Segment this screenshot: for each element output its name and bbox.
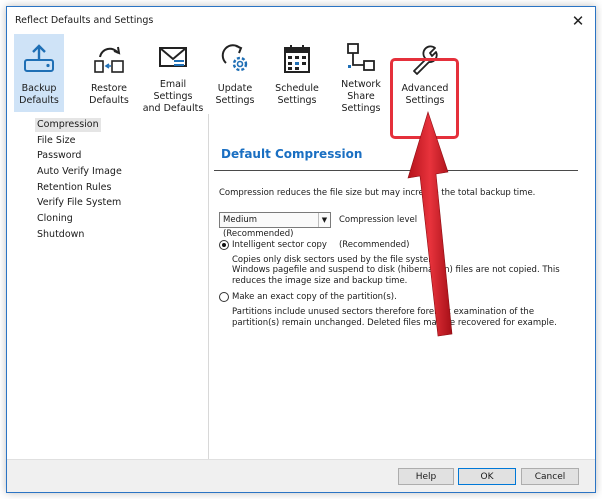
close-icon[interactable]: ✕ <box>561 7 595 34</box>
exact-copy-radio[interactable] <box>219 292 229 302</box>
toolbar-label: Network Share Settings <box>341 79 381 114</box>
intelligent-sector-copy-option[interactable]: Intelligent sector copy (Recommended) <box>219 240 409 250</box>
intelligent-sector-copy-line1: Copies only disk sectors used by the fil… <box>232 255 440 265</box>
toolbar-schedule-settings[interactable]: Schedule Settings <box>272 34 322 112</box>
network-icon <box>343 41 379 73</box>
intelligent-sector-copy-radio[interactable] <box>219 240 229 250</box>
toolbar-update-settings[interactable]: Update Settings <box>210 34 260 112</box>
toolbar-label: Restore Defaults <box>89 83 129 106</box>
exact-copy-label: Make an exact copy of the partition(s). <box>232 292 397 302</box>
nav-item-shutdown[interactable]: Shutdown <box>35 228 86 242</box>
compression-level-select[interactable]: Medium (Recommended) ▼ <box>219 212 331 239</box>
section-divider <box>214 170 578 171</box>
toolbar-label: Email Settings and Defaults <box>142 79 204 114</box>
toolbar-label: Update Settings <box>215 83 255 106</box>
dialog-footer: Help OK Cancel <box>7 459 595 492</box>
nav-item-file-size[interactable]: File Size <box>35 134 77 148</box>
exact-copy-option[interactable]: Make an exact copy of the partition(s). <box>219 292 397 302</box>
toolbar-network-share-settings[interactable]: Network Share Settings <box>327 34 395 114</box>
calendar-icon <box>279 41 315 77</box>
nav-item-auto-verify-image[interactable]: Auto Verify Image <box>35 165 124 179</box>
settings-toolbar: Backup Defaults Restore Defaults Email S… <box>7 34 595 139</box>
intelligent-sector-copy-line2: Windows pagefile and suspend to disk (hi… <box>232 265 560 286</box>
nav-item-cloning[interactable]: Cloning <box>35 212 75 226</box>
toolbar-label: Schedule Settings <box>275 83 319 106</box>
nav-item-retention-rules[interactable]: Retention Rules <box>35 181 113 195</box>
window-title: Reflect Defaults and Settings <box>15 15 154 26</box>
help-button[interactable]: Help <box>398 468 454 485</box>
intelligent-sector-copy-label: Intelligent sector copy <box>232 240 327 250</box>
backup-defaults-icon <box>21 41 57 77</box>
chevron-down-icon[interactable]: ▼ <box>318 213 330 227</box>
compression-level-value: Medium (Recommended) <box>223 215 294 239</box>
nav-item-compression[interactable]: Compression <box>35 118 101 132</box>
settings-nav: Compression File Size Password Auto Veri… <box>7 114 209 459</box>
settings-content: Default Compression Compression reduces … <box>210 114 595 459</box>
settings-window: Reflect Defaults and Settings ✕ Backup D… <box>6 6 596 493</box>
nav-item-verify-file-system[interactable]: Verify File System <box>35 196 123 210</box>
toolbar-backup-defaults[interactable]: Backup Defaults <box>14 34 64 112</box>
exact-copy-description: Partitions include unused sectors theref… <box>232 307 557 328</box>
nav-item-password[interactable]: Password <box>35 149 83 163</box>
compression-level-label: Compression level <box>339 215 418 225</box>
toolbar-label: Backup Defaults <box>19 83 59 106</box>
update-gear-icon <box>217 41 253 77</box>
section-title: Default Compression <box>221 147 363 161</box>
toolbar-email-settings[interactable]: Email Settings and Defaults <box>140 34 206 114</box>
cancel-button[interactable]: Cancel <box>521 468 579 485</box>
restore-defaults-icon <box>91 41 127 77</box>
ok-button[interactable]: OK <box>458 468 516 485</box>
toolbar-restore-defaults[interactable]: Restore Defaults <box>78 34 140 112</box>
email-icon <box>155 41 191 73</box>
title-bar: Reflect Defaults and Settings ✕ <box>7 7 595 34</box>
compression-description: Compression reduces the file size but ma… <box>219 188 536 198</box>
recommended-note: (Recommended) <box>338 240 410 250</box>
